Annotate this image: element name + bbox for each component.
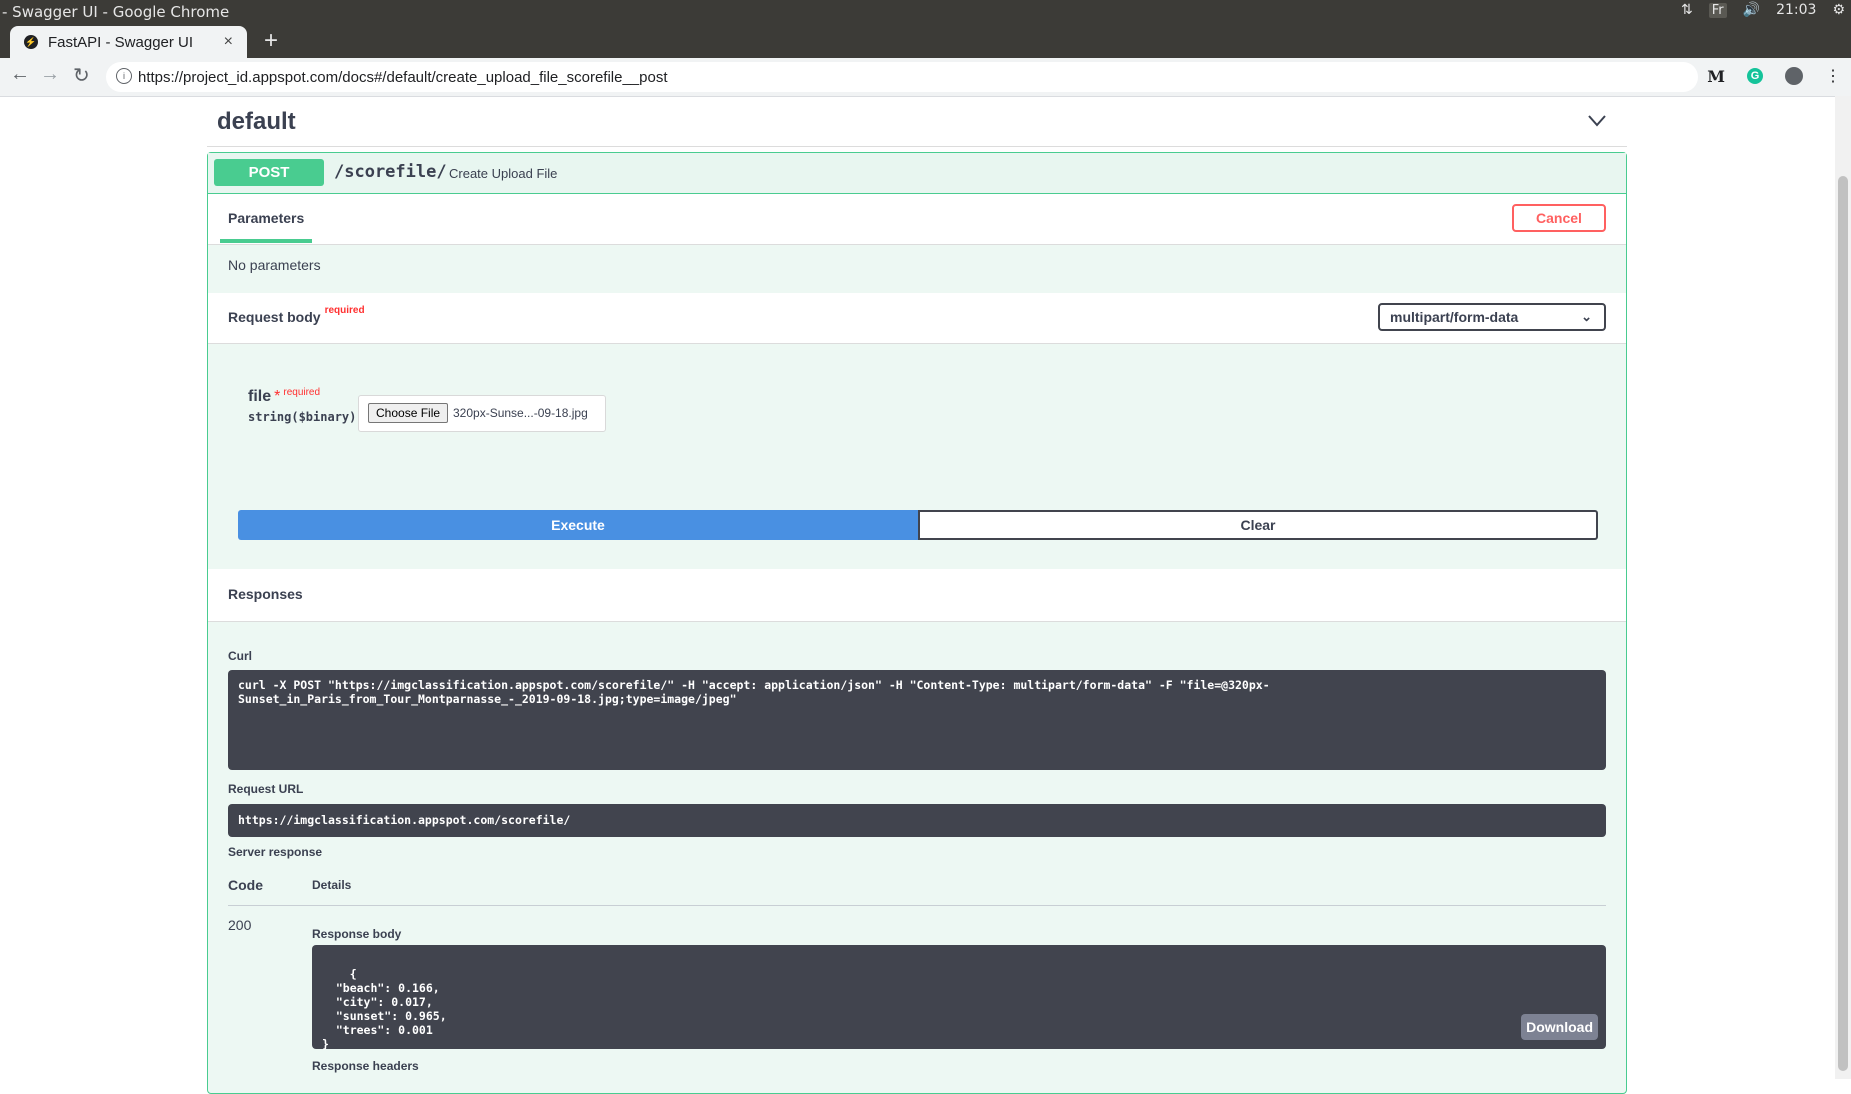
status-code: 200 (228, 917, 252, 933)
tab-parameters[interactable]: Parameters (228, 210, 304, 226)
page-scrollbar[interactable] (1835, 96, 1851, 1079)
account-avatar-icon[interactable] (1785, 67, 1803, 85)
responses-title: Responses (228, 586, 303, 602)
browser-tab[interactable]: ⚡ FastAPI - Swagger UI × (10, 26, 247, 58)
site-info-icon[interactable]: i (116, 68, 132, 84)
content-type-select[interactable]: multipart/form-data ⌄ (1378, 303, 1606, 331)
parameters-header: Parameters Cancel (208, 194, 1626, 245)
response-table-divider (228, 905, 1606, 906)
file-param-name: file (248, 388, 272, 405)
forward-arrow-icon[interactable]: → (40, 63, 60, 86)
tab-close-icon[interactable]: × (224, 33, 233, 51)
fastapi-favicon-icon: ⚡ (24, 35, 38, 49)
request-body-title: Request body (228, 309, 321, 325)
request-url-block[interactable]: https://imgclassification.appspot.com/sc… (228, 804, 1606, 837)
content-type-value: multipart/form-data (1390, 309, 1519, 325)
scrollbar-thumb[interactable] (1838, 176, 1848, 1071)
back-arrow-icon[interactable]: ← (10, 63, 30, 86)
response-body-label: Response body (312, 927, 402, 941)
cancel-button[interactable]: Cancel (1512, 204, 1606, 232)
volume-icon[interactable]: 🔊 (1743, 2, 1760, 18)
address-bar[interactable]: i https://project_id.appspot.com/docs#/d… (106, 62, 1698, 92)
os-top-bar: - Swagger UI - Google Chrome ⇅ Fr 🔊 21:0… (0, 0, 1851, 23)
request-url-label: Request URL (228, 782, 304, 796)
clock[interactable]: 21:03 (1776, 2, 1816, 18)
m-extension-icon[interactable]: M (1707, 67, 1725, 86)
clear-button[interactable]: Clear (918, 510, 1598, 540)
settings-gear-icon[interactable]: ⚙ (1832, 2, 1845, 18)
section-title: default (217, 108, 296, 135)
file-parameter: file * required string($binary) (248, 387, 357, 424)
required-marker: required (324, 305, 365, 316)
tab-title: FastAPI - Swagger UI (48, 33, 194, 51)
tab-active-indicator (220, 239, 312, 243)
no-parameters-text: No parameters (228, 257, 321, 273)
request-body-header: Request body required multipart/form-data… (208, 293, 1626, 344)
http-method-badge: POST (214, 159, 324, 186)
operation-summary[interactable]: POST /scorefile/ Create Upload File (208, 153, 1626, 194)
execute-button[interactable]: Execute (238, 510, 918, 540)
chevron-down-icon: ⌄ (1581, 309, 1592, 324)
code-column-header: Code (228, 877, 263, 893)
file-input[interactable]: Choose File 320px-Sunse...-09-18.jpg (358, 395, 606, 432)
browser-toolbar: ← → ↻ i https://project_id.appspot.com/d… (0, 58, 1851, 97)
reload-icon[interactable]: ↻ (73, 63, 90, 88)
request-body-label: Request body required (228, 305, 365, 325)
operation-description: Create Upload File (449, 166, 558, 181)
file-required-label: required (283, 387, 321, 398)
url-text[interactable]: https://project_id.appspot.com/docs#/def… (138, 69, 668, 86)
new-tab-icon[interactable]: + (264, 27, 278, 55)
operation-block: POST /scorefile/ Create Upload File Para… (207, 152, 1627, 1094)
keyboard-layout-indicator[interactable]: Fr (1708, 2, 1727, 18)
response-body-json: { "beach": 0.166, "city": 0.017, "sunset… (322, 967, 447, 1051)
operation-path: /scorefile/ (334, 162, 447, 182)
chosen-file-name: 320px-Sunse...-09-18.jpg (453, 406, 588, 420)
file-param-type: string($binary) (248, 410, 357, 424)
section-header[interactable]: default (207, 96, 1627, 147)
chevron-down-icon[interactable] (1587, 114, 1607, 128)
response-headers-label: Response headers (312, 1059, 419, 1073)
os-indicators: ⇅ Fr 🔊 21:03 ⚙ (1681, 2, 1845, 18)
grammarly-extension-icon[interactable]: G (1747, 68, 1763, 84)
server-response-label: Server response (228, 845, 323, 859)
kebab-menu-icon[interactable]: ⋮ (1825, 66, 1841, 86)
download-button[interactable]: Download (1521, 1014, 1598, 1040)
required-star: * (274, 388, 281, 405)
window-title: - Swagger UI - Google Chrome (2, 3, 230, 21)
curl-command-block[interactable]: curl -X POST "https://imgclassification.… (228, 670, 1606, 770)
curl-label: Curl (228, 649, 252, 663)
responses-header: Responses (208, 569, 1626, 622)
details-column-header: Details (312, 878, 352, 892)
network-icon[interactable]: ⇅ (1681, 2, 1693, 18)
toolbar-extensions: M G ⋮ (1707, 66, 1841, 86)
response-body-block[interactable]: { "beach": 0.166, "city": 0.017, "sunset… (312, 945, 1606, 1051)
browser-tab-strip: ⚡ FastAPI - Swagger UI × + (0, 23, 1851, 58)
choose-file-button[interactable]: Choose File (368, 403, 449, 423)
